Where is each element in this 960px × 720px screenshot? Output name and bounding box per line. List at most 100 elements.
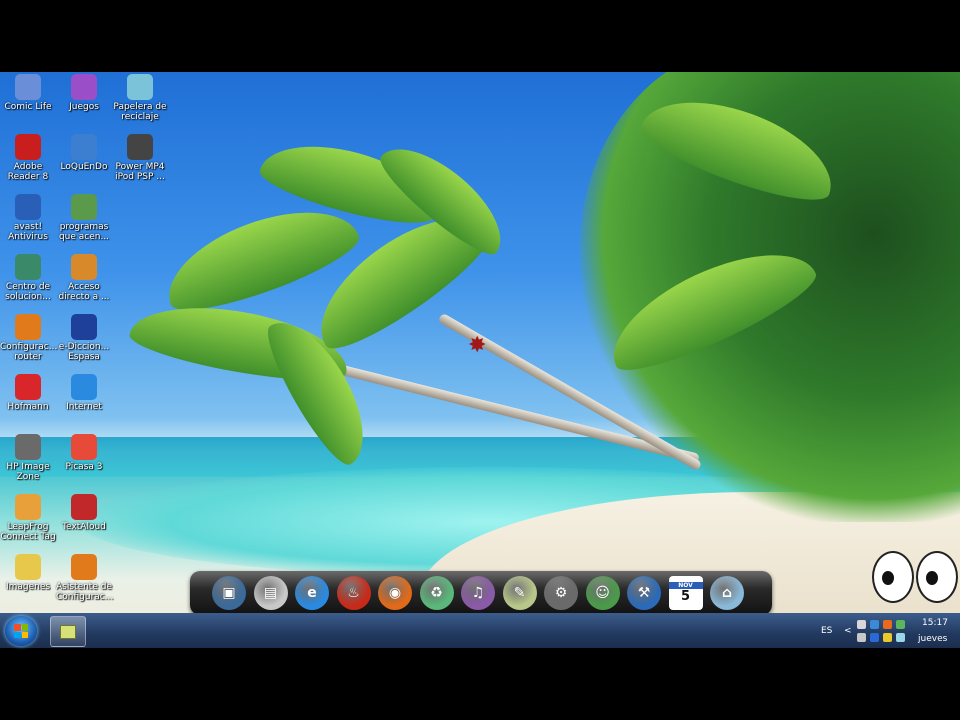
desktop-icon-label: Internet	[66, 402, 102, 412]
desktop-icon-avast[interactable]: avast! Antivirus	[0, 194, 56, 242]
avast-tray-icon[interactable]	[883, 620, 892, 629]
dock-firefox[interactable]: ◉	[378, 576, 412, 610]
dock-photo-viewer[interactable]: ▣	[212, 576, 246, 610]
shortcut-icon	[71, 254, 97, 280]
tray-show-hidden-chevron[interactable]: <	[844, 626, 852, 636]
desktop-icon-programs[interactable]: programas que acen...	[56, 194, 112, 242]
desktop-icon-label: Acceso directo a ...	[58, 282, 110, 302]
dock-settings[interactable]: ⚙	[544, 576, 578, 610]
tools-icon: ⚒	[637, 585, 651, 601]
clock-time[interactable]: 15:17	[922, 618, 948, 628]
dock-media-player[interactable]: ♫	[461, 576, 495, 610]
desktop-icon-shortcut[interactable]: Acceso directo a ...	[56, 254, 112, 302]
desktop-icon-label: Adobe Reader 8	[7, 162, 49, 182]
bluetooth-icon[interactable]	[870, 633, 879, 642]
volume-icon[interactable]	[896, 633, 905, 642]
pupil	[926, 571, 938, 585]
adobe-reader-icon	[15, 134, 41, 160]
dock-burner[interactable]: ♨	[336, 576, 371, 610]
desktop-icon-setup-wizard[interactable]: Asistente de Configurac...	[56, 554, 114, 602]
dock-calendar[interactable]: NOV 5	[668, 576, 703, 610]
network-icon[interactable]	[857, 620, 866, 629]
desktop-icon-label: Juegos	[69, 102, 99, 112]
programs-icon	[71, 194, 97, 220]
clock-day[interactable]: jueves	[918, 634, 947, 644]
desktop-icon-loquendo[interactable]: LoQuEnDo	[56, 134, 112, 172]
desktop-icon-adobe-reader[interactable]: Adobe Reader 8	[0, 134, 56, 182]
calendar-day: 5	[680, 589, 691, 604]
flame-icon: ♨	[347, 585, 360, 601]
router-config-icon	[15, 314, 41, 340]
dock-tools[interactable]: ⚒	[627, 576, 661, 610]
taskbar	[0, 613, 960, 648]
comic-life-icon	[15, 74, 41, 100]
internet-explorer-icon	[71, 374, 97, 400]
desktop-icon-label: Comic Life	[4, 102, 52, 112]
taskbar-pinned-app[interactable]	[50, 616, 86, 647]
dock-recycle-bin[interactable]: ♻	[419, 576, 454, 610]
dock-notes[interactable]: ✎	[502, 576, 537, 610]
gear-icon: ⚙	[554, 585, 568, 601]
drive-icon: ⌂	[721, 585, 733, 601]
windows-logo-icon	[14, 624, 28, 638]
dock-documents[interactable]: ▤	[253, 576, 288, 610]
desktop-icon-textaloud[interactable]: TextAloud	[56, 494, 112, 532]
leapfrog-icon	[15, 494, 41, 520]
textaloud-icon	[71, 494, 97, 520]
desktop-icon-recycle-bin[interactable]: Papelera de reciclaje	[112, 74, 168, 122]
start-button[interactable]	[5, 616, 37, 646]
eyes-widget-left-eye[interactable]	[872, 551, 914, 603]
dock-drive[interactable]: ⌂	[710, 576, 744, 610]
desktop-icon-solution-center[interactable]: Centro de solucion...	[0, 254, 56, 302]
calendar-month: NOV	[668, 582, 703, 589]
desktop-icon-label: HP Image Zone	[6, 462, 50, 482]
desktop-icon-label: Centro de solucion...	[5, 282, 51, 302]
language-indicator[interactable]: ES	[821, 626, 832, 636]
music-icon: ♫	[471, 585, 485, 601]
dictionary-icon	[71, 314, 97, 340]
desktop-icon-images-folder[interactable]: Imagenes	[0, 554, 56, 592]
recycle-bin-icon: ♻	[430, 585, 443, 601]
picasa-icon	[71, 434, 97, 460]
games-icon	[71, 74, 97, 100]
desktop-icon-comic-life[interactable]: Comic Life	[0, 74, 56, 112]
firefox-icon: ◉	[388, 585, 402, 601]
desktop-icon-label: Configurac... router	[0, 342, 58, 362]
desktop-icon-games[interactable]: Juegos	[56, 74, 112, 112]
desktop-icon-label: Asistente de Configurac...	[56, 582, 114, 602]
desktop-icon-label: avast! Antivirus	[8, 222, 48, 242]
documents-icon: ▤	[263, 585, 278, 601]
photo-viewer-icon: ▣	[222, 585, 236, 601]
desktop-icon-label: programas que acen...	[58, 222, 110, 242]
desktop-icon-picasa[interactable]: Picasa 3	[56, 434, 112, 472]
eyes-widget-right-eye[interactable]	[916, 551, 958, 603]
desktop-icon-internet-explorer[interactable]: Internet	[56, 374, 112, 412]
desktop-icon-hofmann[interactable]: Hofmann	[0, 374, 56, 412]
mouse-cursor-icon: ✸	[468, 333, 487, 358]
desktop-icon-label: LeapFrog Connect Tag	[0, 522, 56, 542]
security-icon[interactable]	[870, 620, 879, 629]
messenger-icon: ☺	[595, 585, 610, 601]
solution-center-icon	[15, 254, 41, 280]
desktop-icon-label: Power MP4 iPod PSP ...	[115, 162, 165, 182]
desktop-icon-film-reel[interactable]: Power MP4 iPod PSP ...	[112, 134, 168, 182]
desktop-icon-label: Imagenes	[5, 582, 51, 592]
internet-explorer-icon: e	[307, 585, 317, 601]
desktop-icon-label: Picasa 3	[65, 462, 103, 472]
app-window-icon	[60, 624, 76, 639]
images-folder-icon	[15, 554, 41, 580]
recycle-bin-icon	[127, 74, 153, 100]
action-center-icon[interactable]	[857, 633, 866, 642]
dock-internet-explorer[interactable]: e	[295, 576, 329, 610]
loquendo-icon	[71, 134, 97, 160]
desktop-icon-label: Hofmann	[7, 402, 49, 412]
desktop-icon-dictionary[interactable]: e-Diccion... Espasa	[56, 314, 112, 362]
dock-messenger[interactable]: ☺	[585, 576, 620, 610]
desktop-icon-hp-image-zone[interactable]: HP Image Zone	[0, 434, 56, 482]
messenger-tray-icon[interactable]	[896, 620, 905, 629]
desktop-icon-leapfrog[interactable]: LeapFrog Connect Tag	[0, 494, 56, 542]
film-reel-icon	[127, 134, 153, 160]
shield-icon[interactable]	[883, 633, 892, 642]
hofmann-icon	[15, 374, 41, 400]
desktop-icon-router-config[interactable]: Configurac... router	[0, 314, 58, 362]
